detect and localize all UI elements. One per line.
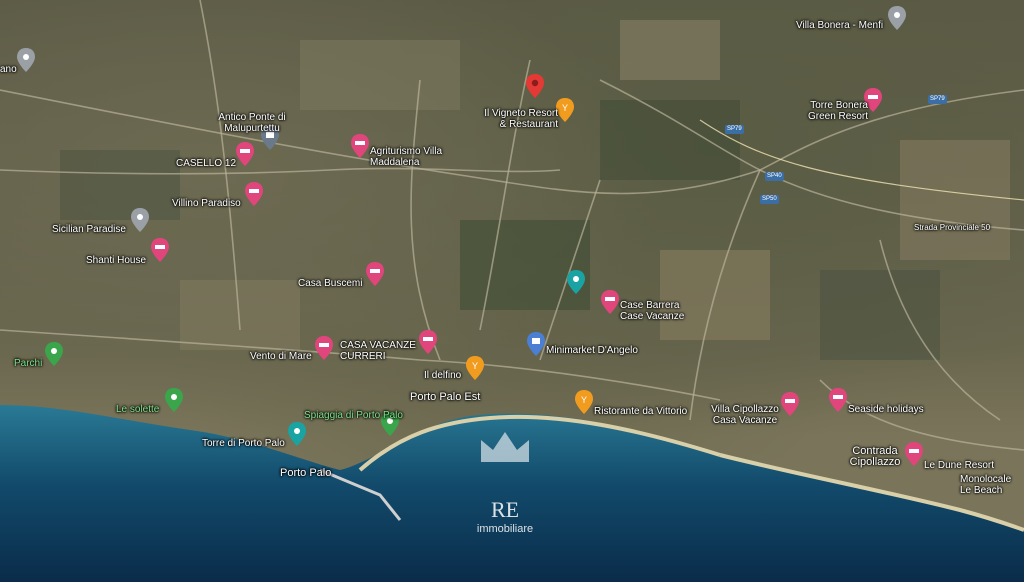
- place-label[interactable]: Il delfino: [424, 370, 461, 381]
- restaurant-pin-icon[interactable]: Y: [466, 356, 484, 380]
- place-label[interactable]: Contrada Cipollazzo: [846, 446, 904, 468]
- brand-name: RE: [490, 497, 520, 522]
- place-label[interactable]: Parchi: [14, 358, 42, 369]
- svg-text:Y: Y: [472, 361, 478, 371]
- hotel-pin-icon[interactable]: [781, 392, 799, 416]
- place-label[interactable]: Porto Palo: [280, 468, 331, 479]
- place-label[interactable]: Spiaggia di Porto Palo: [304, 410, 403, 421]
- place-label[interactable]: Shanti House: [86, 255, 146, 266]
- place-pin-icon[interactable]: [888, 6, 906, 30]
- place-label[interactable]: Seaside holidays: [848, 404, 924, 415]
- place-label[interactable]: Villa Bonera - Menfi: [796, 20, 883, 31]
- place-label[interactable]: Antico Ponte di Malupurtettu: [214, 112, 290, 134]
- hotel-pin-icon[interactable]: [151, 238, 169, 262]
- place-label[interactable]: CASELLO 12: [176, 158, 236, 169]
- place-label[interactable]: CASA VACANZE CURRERI: [340, 340, 424, 362]
- park-pin-icon[interactable]: [45, 342, 63, 366]
- crown-icon: [481, 432, 529, 462]
- beach-pin-icon[interactable]: [165, 388, 183, 412]
- road-label: Strada Provinciale 50: [914, 223, 991, 232]
- place-label[interactable]: Ristorante da Vittorio: [594, 406, 687, 417]
- red-pin-icon[interactable]: [526, 74, 544, 98]
- road-badge: SP40: [765, 172, 784, 181]
- place-label[interactable]: Il Vigneto Resort & Restaurant: [476, 108, 558, 130]
- hotel-pin-icon[interactable]: [601, 290, 619, 314]
- attraction-pin-icon[interactable]: [288, 422, 306, 446]
- hotel-pin-icon[interactable]: [236, 142, 254, 166]
- place-label[interactable]: Case Barrera Case Vacanze: [620, 300, 692, 322]
- place-label[interactable]: Porto Palo Est: [410, 392, 480, 403]
- svg-text:Y: Y: [562, 103, 568, 113]
- place-label[interactable]: Torre Bonera Green Resort: [800, 100, 868, 122]
- svg-text:Y: Y: [581, 395, 587, 405]
- restaurant-pin-icon[interactable]: Y: [575, 390, 593, 414]
- place-label[interactable]: Agriturismo Villa Maddalena: [370, 146, 460, 168]
- road-badge: SP79: [928, 95, 947, 104]
- brand-subtitle: immobiliare: [476, 523, 534, 535]
- road-badge: SP50: [760, 195, 779, 204]
- road-badge: SP79: [725, 125, 744, 134]
- hotel-pin-icon[interactable]: [351, 134, 369, 158]
- place-label[interactable]: Le solette: [116, 404, 159, 415]
- hotel-pin-icon[interactable]: [366, 262, 384, 286]
- place-label[interactable]: Minimarket D'Angelo: [546, 345, 638, 356]
- place-label[interactable]: Villa Cipollazzo Casa Vacanze: [708, 404, 782, 426]
- place-label[interactable]: ano: [0, 64, 17, 75]
- attraction-pin-icon[interactable]: [567, 270, 585, 294]
- place-label[interactable]: Le Dune Resort: [924, 460, 994, 471]
- brand-watermark: RE immobiliare: [440, 430, 570, 535]
- place-label[interactable]: Casa Buscemi: [298, 278, 362, 289]
- hotel-pin-icon[interactable]: [315, 336, 333, 360]
- hotel-pin-icon[interactable]: [829, 388, 847, 412]
- place-label[interactable]: Monolocale Le Beach: [960, 474, 1024, 496]
- shopping-pin-icon[interactable]: [527, 332, 545, 356]
- place-label[interactable]: Torre di Porto Palo: [202, 438, 285, 449]
- restaurant-pin-icon[interactable]: Y: [556, 98, 574, 122]
- place-label[interactable]: Sicilian Paradise: [52, 224, 126, 235]
- hotel-pin-icon[interactable]: [905, 442, 923, 466]
- place-pin-icon[interactable]: [17, 48, 35, 72]
- satellite-map[interactable]: Y Y Y SP79 SP79 SP40 SP50 ano Il Vigneto…: [0, 0, 1024, 582]
- place-pin-icon[interactable]: [131, 208, 149, 232]
- place-label[interactable]: Vento di Mare: [250, 351, 312, 362]
- place-label[interactable]: Villino Paradiso: [172, 198, 241, 209]
- hotel-pin-icon[interactable]: [245, 182, 263, 206]
